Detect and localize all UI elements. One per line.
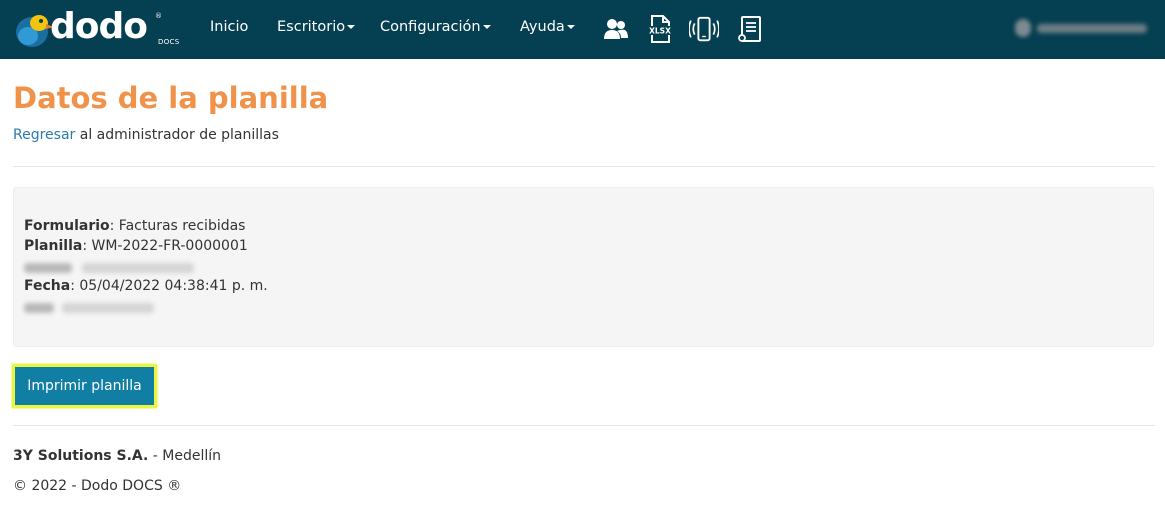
detail-value: : Facturas recibidas [109,218,246,234]
detail-redacted [24,263,194,273]
divider [13,425,1155,426]
brand-suffix: DOCS [158,38,180,46]
print-planilla-button[interactable]: Imprimir planilla [12,364,157,408]
detail-value: : 05/04/2022 04:38:41 p. m. [70,278,268,294]
detail-planilla: Planilla: WM-2022-FR-0000001 [24,238,248,254]
user-menu[interactable] [1015,17,1151,39]
svg-text:XLSX: XLSX [649,27,671,36]
footer-company: 3Y Solutions S.A. - Medellín [13,448,221,464]
mobile-vibrate-icon[interactable] [689,14,719,44]
brand-name: dodo [50,6,148,47]
nav-escritorio-dropdown[interactable]: Escritorio [277,19,356,35]
nav-ayuda-label: Ayuda [520,19,565,35]
caret-down-icon [347,25,356,29]
detail-formulario: Formulario: Facturas recibidas [24,218,245,234]
company-name: 3Y Solutions S.A. [13,448,149,464]
nav-configuracion-label: Configuración [380,19,481,35]
document-list-icon[interactable] [735,14,765,44]
page-title: Datos de la planilla [13,81,329,115]
caret-down-icon [482,25,491,29]
detail-label: Formulario [24,218,110,234]
nav-escritorio-label: Escritorio [277,19,346,35]
detail-label: Planilla [24,238,83,254]
caret-down-icon [566,25,575,29]
avatar [1015,19,1031,37]
detail-value: : WM-2022-FR-0000001 [82,238,248,254]
back-line-text: al administrador de planillas [75,127,279,143]
detail-label: Fecha [24,278,71,294]
top-navbar: dodo ® DOCS Inicio Escritorio Configurac… [0,0,1165,59]
nav-ayuda-dropdown[interactable]: Ayuda [520,19,575,35]
footer-copyright: © 2022 - Dodo DOCS ® [13,478,182,494]
nav-inicio[interactable]: Inicio [210,19,248,35]
company-city: - Medellín [148,448,222,464]
back-line: Regresar al administrador de planillas [13,127,279,143]
brand-registered: ® [155,12,162,20]
user-name-redacted [1037,24,1147,33]
divider [13,166,1155,167]
users-icon[interactable] [601,14,631,44]
detail-fecha: Fecha: 05/04/2022 04:38:41 p. m. [24,278,268,294]
nav-configuracion-dropdown[interactable]: Configuración [380,19,491,35]
details-panel: Formulario: Facturas recibidas Planilla:… [13,187,1154,347]
back-link[interactable]: Regresar [13,127,75,143]
detail-redacted [24,303,154,313]
brand-logo[interactable]: dodo ® DOCS [12,6,184,52]
xlsx-icon[interactable]: XLSX [645,14,675,44]
